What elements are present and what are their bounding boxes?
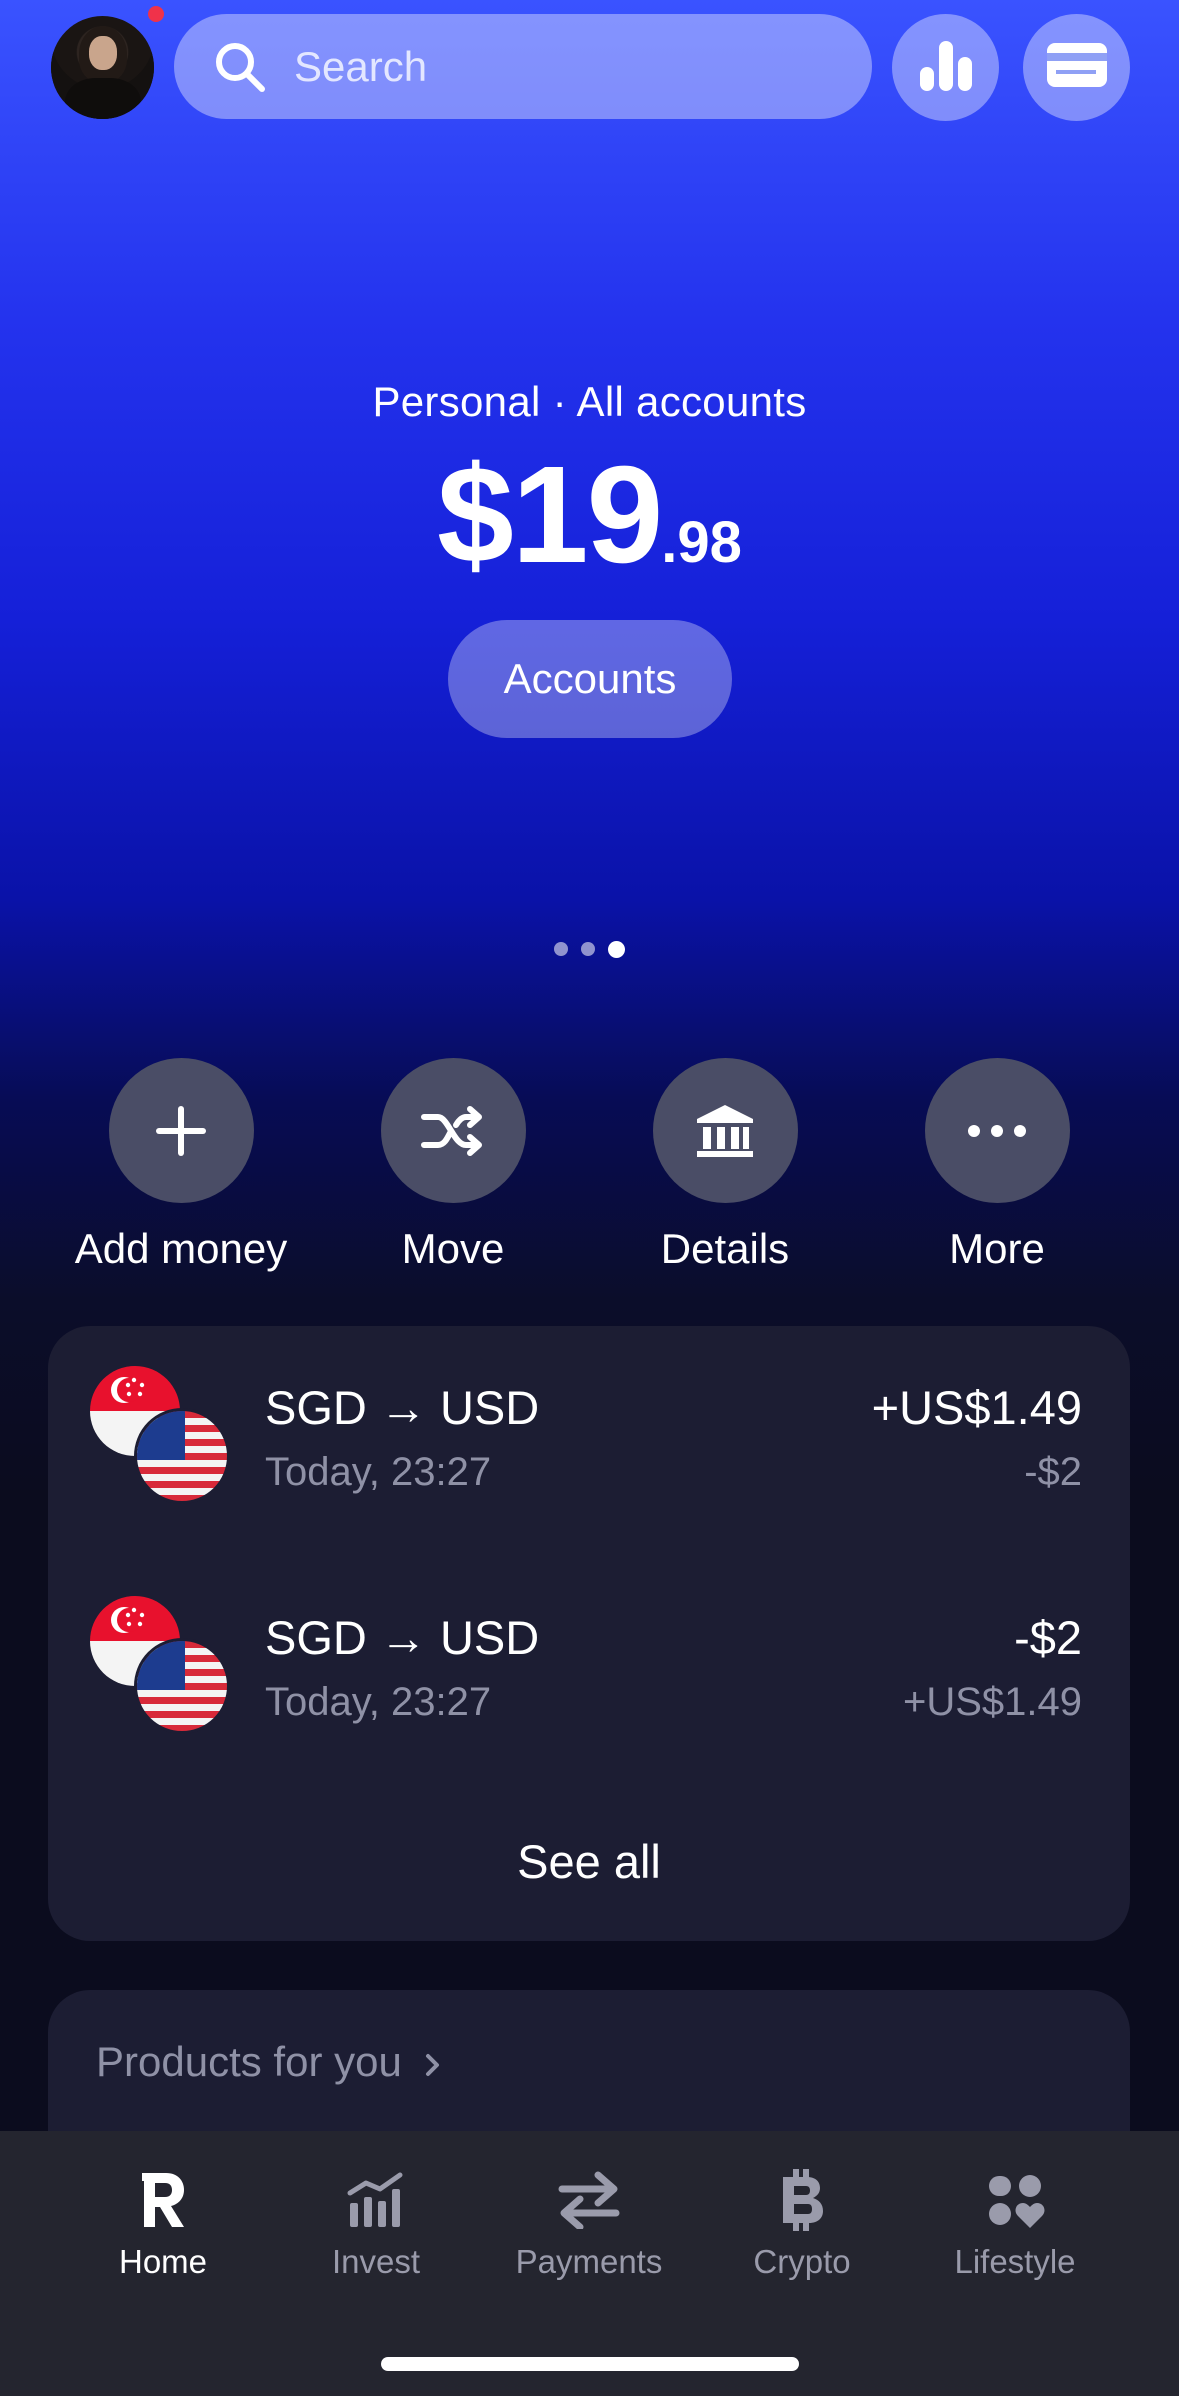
lifestyle-icon	[915, 2165, 1115, 2235]
more-label: More	[949, 1225, 1045, 1272]
balance-cents: .98	[661, 510, 742, 575]
transaction-time: Today, 23:27	[265, 1680, 492, 1724]
bitcoin-icon	[702, 2165, 902, 2235]
page-dot	[581, 942, 595, 956]
search-icon	[210, 37, 270, 97]
see-all-button[interactable]: See all	[48, 1834, 1130, 1889]
transaction-secondary-amount: +US$1.49	[902, 1680, 1082, 1724]
avatar-body	[65, 78, 141, 119]
tab-label: Crypto	[753, 2243, 851, 2280]
transaction-row[interactable]: SGD → USD Today, 23:27 +US$1.49 -$2	[48, 1326, 1130, 1504]
usa-flag-icon	[134, 1638, 230, 1734]
tab-payments[interactable]: Payments	[489, 2165, 689, 2281]
tab-label: Invest	[331, 2243, 421, 2280]
tab-home[interactable]: Home	[63, 2165, 263, 2281]
shuffle-icon	[380, 1058, 526, 1203]
home-indicator[interactable]	[381, 2357, 799, 2371]
tab-invest[interactable]: Invest	[276, 2165, 476, 2281]
add-money-label: Add money	[74, 1225, 288, 1272]
avatar-face	[89, 36, 117, 70]
card-icon	[1046, 42, 1108, 93]
invest-chart-icon	[276, 2165, 476, 2235]
more-dots-icon	[924, 1058, 1070, 1203]
transaction-primary-amount: -$2	[1014, 1611, 1082, 1664]
move-button[interactable]: Move	[323, 1058, 583, 1273]
transfer-arrows-icon	[489, 2165, 689, 2235]
tab-label: Home	[118, 2243, 208, 2280]
search-placeholder: Search	[294, 42, 428, 90]
transaction-secondary-amount: -$2	[1024, 1450, 1082, 1494]
details-label: Details	[660, 1225, 790, 1272]
account-selector-label[interactable]: Personal · All accounts	[0, 378, 1179, 426]
profile-avatar[interactable]	[51, 16, 154, 119]
total-balance: $19.98	[0, 440, 1179, 618]
transaction-time: Today, 23:27	[265, 1450, 492, 1494]
plus-icon	[108, 1058, 254, 1203]
bank-icon	[652, 1058, 798, 1203]
balance-whole: $19	[437, 438, 663, 592]
transaction-primary-amount: +US$1.49	[871, 1381, 1082, 1434]
tab-label: Lifestyle	[954, 2243, 1076, 2280]
bar-chart-icon	[916, 37, 976, 98]
details-button[interactable]: Details	[595, 1058, 855, 1273]
transaction-title: SGD → USD	[265, 1611, 540, 1664]
tab-crypto[interactable]: Crypto	[702, 2165, 902, 2281]
usa-flag-icon	[134, 1408, 230, 1504]
accounts-button[interactable]: Accounts	[448, 620, 732, 738]
cards-button[interactable]	[1023, 14, 1130, 121]
page-dot-active	[608, 941, 625, 958]
transaction-title: SGD → USD	[265, 1381, 540, 1434]
move-label: Move	[401, 1225, 505, 1272]
notification-dot	[148, 6, 164, 22]
transactions-card: SGD → USD Today, 23:27 +US$1.49 -$2 SGD …	[48, 1326, 1130, 1941]
add-money-button[interactable]: Add money	[51, 1058, 311, 1273]
revolut-r-icon	[63, 2165, 263, 2235]
chevron-right-icon	[413, 2038, 443, 2085]
tab-label: Payments	[515, 2243, 663, 2280]
page-indicator[interactable]	[0, 941, 1179, 958]
page-dot	[554, 942, 568, 956]
products-heading-label: Products for you	[96, 2038, 402, 2085]
products-heading[interactable]: Products for you	[96, 2038, 443, 2086]
more-button[interactable]: More	[867, 1058, 1127, 1273]
transaction-row[interactable]: SGD → USD Today, 23:27 -$2 +US$1.49	[48, 1556, 1130, 1734]
analytics-button[interactable]	[892, 14, 999, 121]
tab-lifestyle[interactable]: Lifestyle	[915, 2165, 1115, 2281]
search-bar[interactable]: Search	[174, 14, 872, 119]
